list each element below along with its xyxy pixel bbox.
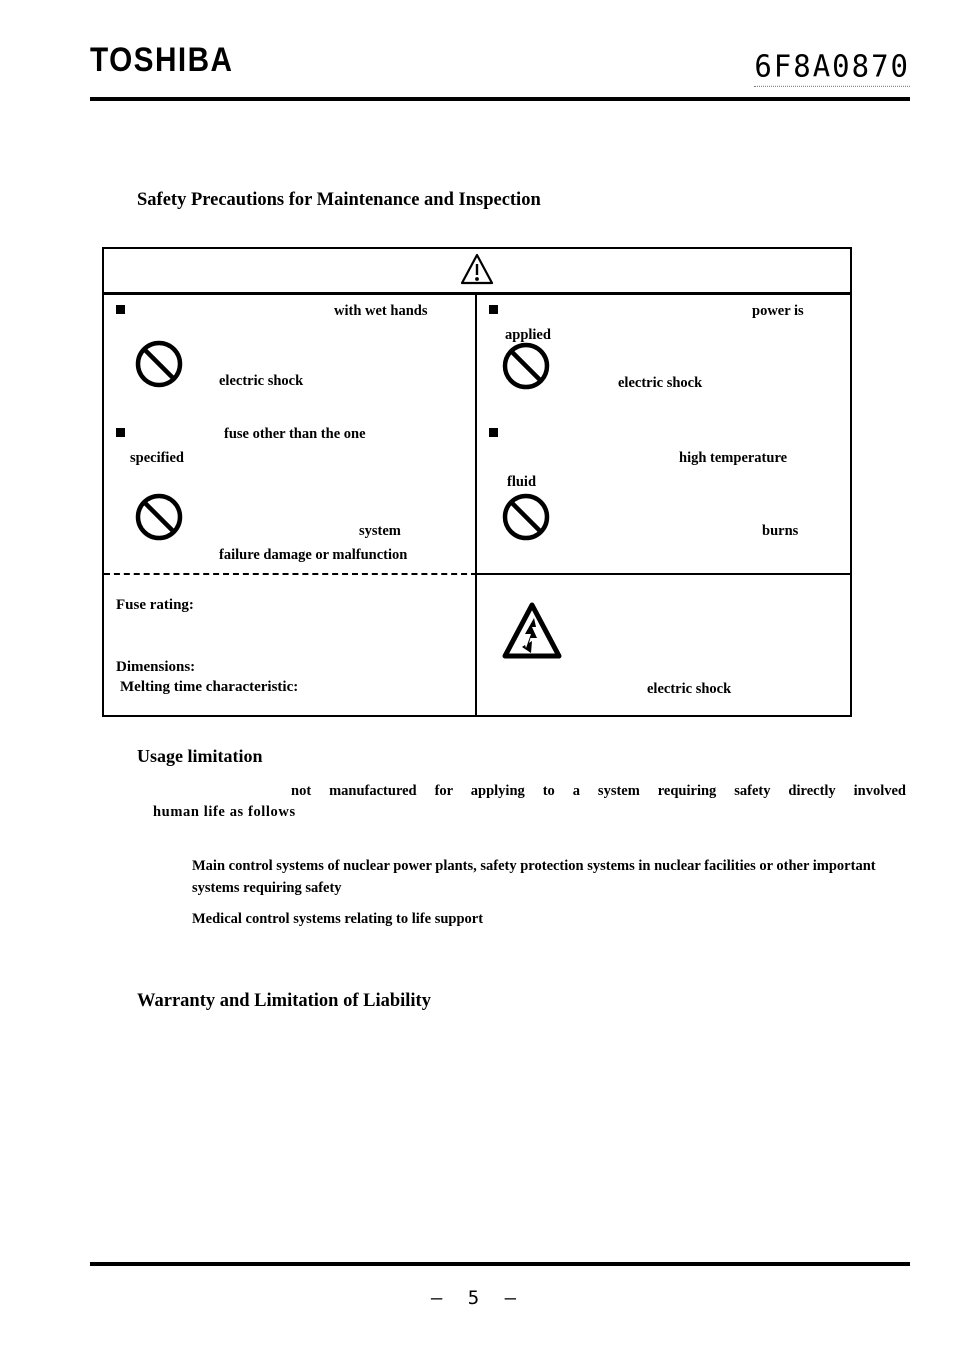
usage-limitation-item: Main control systems of nuclear power pl… [192,858,876,896]
square-bullet-icon [489,305,498,314]
fuse-melting-time-label: Melting time characteristic: [120,679,299,695]
square-bullet-icon [489,428,498,437]
fragment-electric-shock: electric shock [647,681,732,697]
warning-cell-high-temperature-fluid: high temperature fluid burns [477,418,850,575]
fuse-dimensions-label: Dimensions: [116,659,196,675]
usage-limitation-paragraph: not manufactured for applying to a syste… [153,781,906,823]
warning-table-header-row [104,249,850,295]
warning-row-3: Fuse rating: Dimensions: Melting time ch… [104,575,850,715]
fragment-specified: specified [130,450,184,466]
fragment-electric-shock: electric shock [618,375,703,391]
fragment-fluid: fluid [507,474,537,490]
safety-warning-table: with wet hands electric shock power is a… [102,247,852,717]
square-bullet-icon [116,305,125,314]
warning-row-1: with wet hands electric shock power is a… [104,295,850,418]
warning-row-2: fuse other than the one specified system… [104,418,850,575]
page-header: TOSHIBA 6F8A0870 [90,40,910,102]
prohibition-icon [135,493,183,541]
fragment-electric-shock: electric shock [219,373,304,389]
footer-divider [90,1262,910,1266]
fragment-power-is: power is [752,303,804,319]
usage-limitation-item: Medical control systems relating to life… [192,911,484,927]
section-title-safety-precautions: Safety Precautions for Maintenance and I… [137,190,541,210]
usage-paragraph-line-1: not manufactured for applying to a syste… [291,783,906,799]
toshiba-logo: TOSHIBA [90,39,234,79]
warning-cell-power-applied: power is applied electric shock [477,295,850,418]
page-number: — 5 — [430,1287,524,1309]
header-divider [90,97,910,101]
fragment-applied: applied [505,327,551,343]
fragment-system: system [359,523,401,539]
prohibition-icon [135,340,183,388]
fuse-rating-label: Fuse rating: [116,597,194,613]
document-number: 6F8A0870 [754,48,910,87]
warning-triangle-icon [104,253,850,285]
section-title-warranty: Warranty and Limitation of Liability [137,991,431,1011]
prohibition-icon [502,342,550,390]
fuse-specification-cell: Fuse rating: Dimensions: Melting time ch… [104,575,477,715]
square-bullet-icon [116,428,125,437]
usage-paragraph-line-2: human life as follows [153,804,296,821]
prohibition-icon [502,493,550,541]
document-page: TOSHIBA 6F8A0870 Safety Precautions for … [0,0,954,1350]
warning-cell-wet-hands: with wet hands electric shock [104,295,477,418]
fragment-with-wet-hands: with wet hands [334,303,428,319]
warning-cell-high-voltage: electric shock [477,575,850,715]
section-title-usage-limitation: Usage limitation [137,746,263,766]
high-voltage-icon [502,602,562,659]
warning-cell-fuse-specified: fuse other than the one specified system… [104,418,477,575]
fragment-high-temperature: high temperature [679,450,788,466]
fragment-burns: burns [762,523,799,539]
fragment-failure-damage-or-malfunction: failure damage or malfunction [219,547,408,563]
fragment-fuse-other-than-the-one: fuse other than the one [224,426,366,442]
